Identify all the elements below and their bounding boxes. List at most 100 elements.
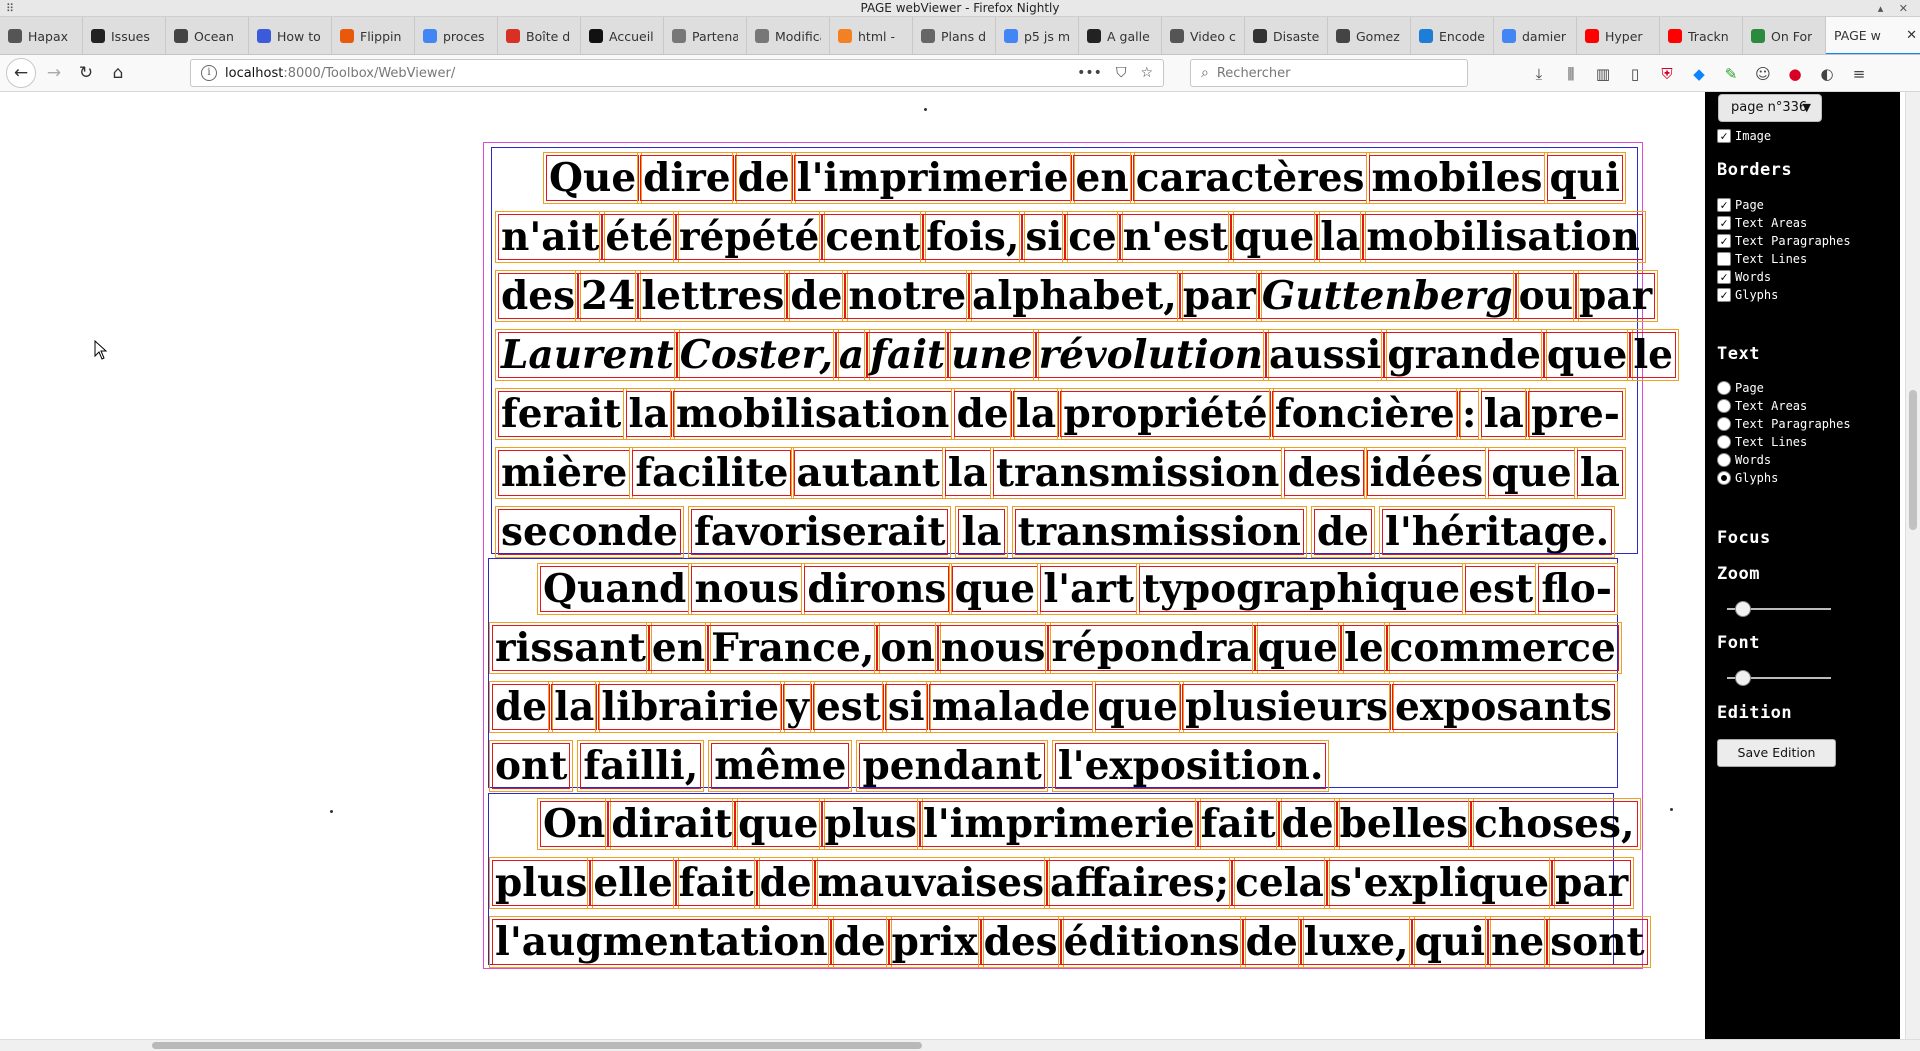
word-box[interactable]: flo- [1535,562,1618,615]
text-option[interactable]: Text Paragraphes [1717,416,1851,432]
tab[interactable]: How to [249,17,332,54]
word-box[interactable]: que [1251,621,1345,674]
word-box[interactable]: nous [934,621,1052,674]
tab[interactable]: Encode [1411,17,1494,54]
word-box[interactable]: l'imprimerie [790,151,1075,204]
word-box[interactable]: mauvaises [811,856,1051,909]
tab[interactable]: Ocean [166,17,249,54]
word-box[interactable]: aussi [1263,328,1388,381]
word-box[interactable]: notre [842,269,973,322]
word-box[interactable]: par [1549,856,1635,909]
word-box[interactable]: autant [790,446,946,499]
word-box[interactable]: On [536,797,612,850]
text-paragraph[interactable]: Quand nous dirons que l'art typographique est f… [488,559,1622,795]
word-box[interactable]: des [977,915,1064,968]
text-area[interactable]: On dirait que plus l'imprimerie fait de belles c… [488,793,1651,968]
tab[interactable]: Partenaire [664,17,747,54]
tab[interactable]: Trackn [1660,17,1743,54]
word-box[interactable]: l'art [1037,562,1140,615]
text-option[interactable]: Glyphs [1717,470,1778,486]
home-button[interactable]: ⌂ [104,59,132,87]
extension-mask-icon[interactable]: ◐ [1818,65,1836,83]
text-radio[interactable] [1717,381,1731,395]
word-box[interactable]: cela [1229,856,1330,909]
word-box[interactable]: de [1275,797,1340,850]
word-box[interactable]: de [950,387,1015,440]
word-box[interactable]: mobilisation [1360,210,1646,263]
word-box[interactable]: rissant [489,621,652,674]
download-icon[interactable]: ⤓ [1530,65,1548,83]
borders-option[interactable]: Text Lines [1717,251,1807,267]
word-box[interactable]: facilite [629,446,795,499]
word-box[interactable]: exposants [1389,680,1618,733]
borders-checkbox[interactable]: ✓ [1717,198,1731,212]
word-box[interactable]: que [1485,446,1578,499]
word-box[interactable]: la [548,680,601,733]
word-box[interactable]: qui [1543,151,1626,204]
word-box[interactable]: pre- [1525,387,1626,440]
word-box[interactable]: alphabet, [966,269,1183,322]
text-area[interactable]: Quand nous dirons que l'art typographique est f… [488,558,1622,792]
word-box[interactable]: révolution [1032,328,1270,381]
word-box[interactable]: France, [705,621,881,674]
word-box[interactable]: ferait [494,387,628,440]
sidebar-icon[interactable]: ▥ [1594,65,1612,83]
vertical-scrollbar[interactable] [1905,92,1920,1039]
word-box[interactable]: ne [1485,915,1551,968]
tab[interactable]: p5 js m [996,17,1079,54]
pocket-icon[interactable]: ⛉ [1116,65,1127,81]
horizontal-scrollbar[interactable] [0,1039,1920,1051]
tab[interactable]: Boîte d [498,17,581,54]
borders-option[interactable]: ✓ Glyphs [1717,287,1778,303]
font-slider[interactable] [1727,670,1831,686]
tab[interactable]: Modificatio [747,17,830,54]
tab[interactable]: damier [1494,17,1577,54]
word-box[interactable]: elle [587,856,679,909]
word-box[interactable]: foncière [1268,387,1461,440]
horizontal-scroll-thumb[interactable] [152,1042,922,1049]
font-slider-thumb[interactable] [1734,670,1751,686]
word-box[interactable]: sont [1544,915,1651,968]
word-box[interactable]: la [1573,446,1626,499]
borders-checkbox[interactable] [1717,252,1731,266]
word-box[interactable]: est [809,680,887,733]
text-option[interactable]: Text Areas [1717,398,1807,414]
tab[interactable]: On For [1743,17,1826,54]
word-box[interactable]: n'ait [494,210,606,263]
word-box[interactable]: été [599,210,680,263]
extension-green-icon[interactable]: ✎ [1722,65,1740,83]
word-box[interactable]: fois, [920,210,1026,263]
word-box[interactable]: Guttenberg [1255,269,1519,322]
word-box[interactable]: que [1540,328,1634,381]
word-box[interactable]: de [784,269,849,322]
word-box[interactable]: mobiles [1365,151,1549,204]
word-box[interactable]: même [708,739,853,792]
word-box[interactable]: par [1573,269,1659,322]
tab[interactable]: Hyper [1577,17,1660,54]
word-box[interactable]: Laurent [495,328,680,381]
word-box[interactable]: cent [819,210,927,263]
text-paragraph[interactable]: Que dire de l'imprimerie en caractères mobiles… [494,148,1679,561]
text-radio[interactable] [1717,435,1731,449]
word-box[interactable]: dire [637,151,737,204]
word-box[interactable]: la [622,387,675,440]
page-select[interactable]: page n°336 ▼ [1718,94,1822,122]
word-box[interactable]: affaires; [1044,856,1236,909]
tab[interactable]: Plans d [913,17,996,54]
tab[interactable]: Gomez [1328,17,1411,54]
word-box[interactable]: plusieurs [1179,680,1394,733]
word-box[interactable]: la [1010,387,1063,440]
word-box[interactable]: répondra [1045,621,1258,674]
word-box[interactable]: on [874,621,941,674]
page-actions-icon[interactable]: ••• [1077,65,1102,81]
word-box[interactable]: est [1462,562,1540,615]
word-box[interactable]: si [881,680,931,733]
word-box[interactable]: le [1338,621,1390,674]
bookmark-star-icon[interactable]: ☆ [1140,65,1153,81]
word-box[interactable]: Coster, [673,328,839,381]
borders-option[interactable]: ✓ Words [1717,269,1771,285]
word-box[interactable]: l'imprimerie [916,797,1201,850]
word-box[interactable]: plus [488,856,594,909]
reader-icon[interactable]: ▯ [1626,65,1644,83]
word-box[interactable]: seconde [495,505,684,558]
